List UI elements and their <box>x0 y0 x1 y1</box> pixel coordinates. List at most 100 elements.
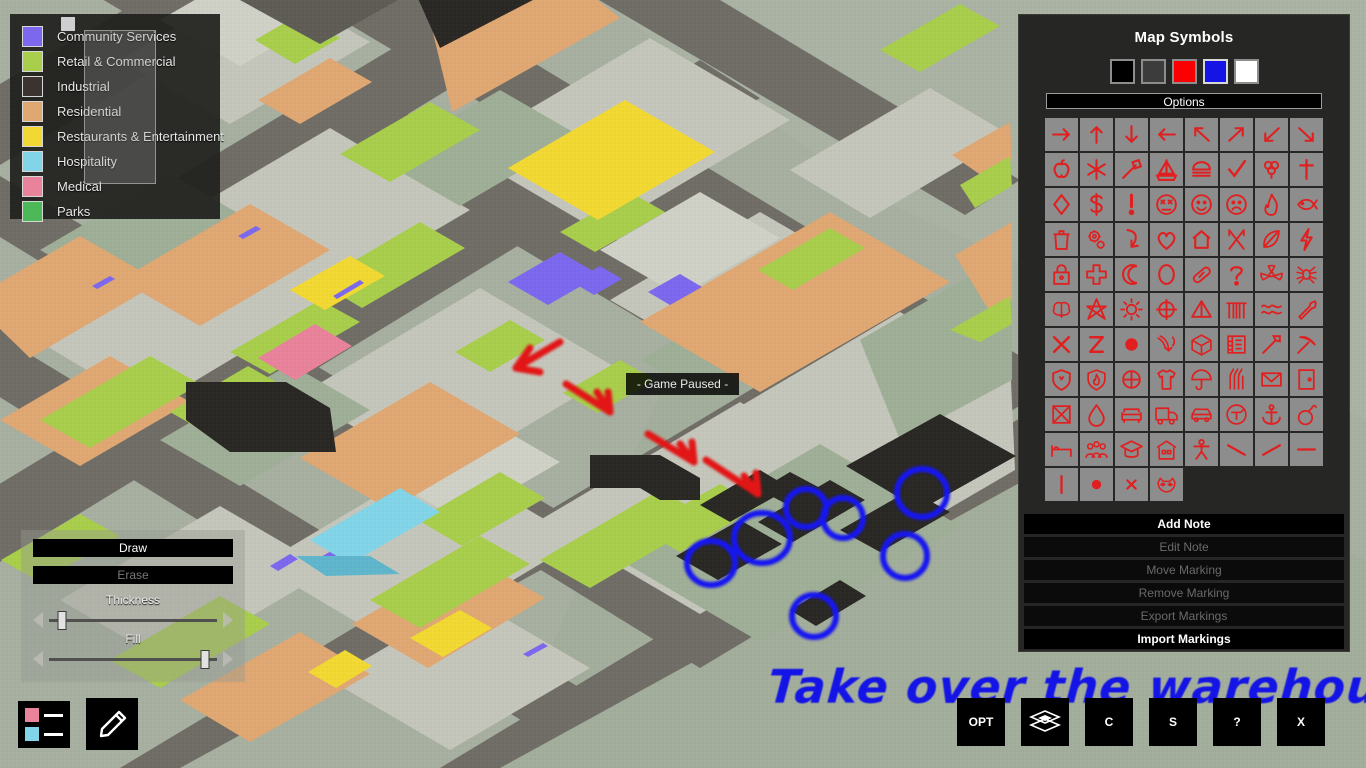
import-markings-button[interactable]: Import Markings <box>1024 629 1344 649</box>
symbol-bookshelf[interactable] <box>1220 328 1253 361</box>
draw-button[interactable]: Draw <box>33 539 233 557</box>
color-swatch-red[interactable] <box>1171 59 1197 84</box>
symbol-anchor[interactable] <box>1255 398 1288 431</box>
symbol-cogs[interactable] <box>1080 223 1113 256</box>
symbol-crowd[interactable] <box>1080 433 1113 466</box>
symbol-lightning-bolt[interactable] <box>1290 223 1323 256</box>
pencil-tool-button[interactable] <box>86 698 138 750</box>
symbol-droplet[interactable] <box>1080 398 1113 431</box>
symbol-house[interactable] <box>1185 223 1218 256</box>
symbol-sun[interactable] <box>1115 293 1148 326</box>
symbol-door[interactable] <box>1290 363 1323 396</box>
edit-note-button[interactable]: Edit Note <box>1024 537 1344 557</box>
move-marking-button[interactable]: Move Marking <box>1024 560 1344 580</box>
symbol-dot[interactable] <box>1080 468 1113 501</box>
symbol-fish[interactable] <box>1290 188 1323 221</box>
symbol-arrow-up[interactable] <box>1080 118 1113 151</box>
symbol-helicopter[interactable] <box>1220 398 1253 431</box>
symbol-padlock[interactable] <box>1045 258 1078 291</box>
symbol-star[interactable] <box>1080 293 1113 326</box>
symbol-crescent-moon[interactable] <box>1115 258 1148 291</box>
symbol-school-house[interactable] <box>1150 433 1183 466</box>
help-button[interactable]: ? <box>1213 698 1261 746</box>
symbol-crosshair[interactable] <box>1150 293 1183 326</box>
symbol-box[interactable] <box>1185 328 1218 361</box>
color-swatch-blue[interactable] <box>1202 59 1228 84</box>
coordinates-button[interactable]: C <box>1085 698 1133 746</box>
export-markings-button[interactable]: Export Markings <box>1024 606 1344 626</box>
symbol-apple[interactable] <box>1045 153 1078 186</box>
symbol-arrow-bent[interactable] <box>1115 223 1148 256</box>
symbol-brain[interactable] <box>1045 293 1078 326</box>
options-button[interactable]: OPT <box>957 698 1005 746</box>
thickness-increase-icon[interactable] <box>223 612 233 628</box>
symbol-smiley-face[interactable] <box>1185 188 1218 221</box>
symbol-fire-shield[interactable] <box>1080 363 1113 396</box>
symbol-person[interactable] <box>1185 433 1218 466</box>
symbol-graduation-cap[interactable] <box>1115 433 1148 466</box>
symbol-trash-can[interactable] <box>1045 223 1078 256</box>
thickness-thumb[interactable] <box>57 610 67 630</box>
legend-toggle-button[interactable] <box>18 701 70 748</box>
symbol-arrow-down-left[interactable] <box>1255 118 1288 151</box>
symbol-asterisk[interactable] <box>1080 153 1113 186</box>
fill-increase-icon[interactable] <box>223 651 233 667</box>
symbol-arrow-right[interactable] <box>1045 118 1078 151</box>
symbol-radiation[interactable] <box>1255 258 1288 291</box>
color-swatch-white[interactable] <box>1233 59 1259 84</box>
add-note-button[interactable]: Add Note <box>1024 514 1344 534</box>
symbol-clover[interactable] <box>1255 153 1288 186</box>
symbol-target[interactable] <box>1115 363 1148 396</box>
symbol-x-mark[interactable] <box>1045 328 1078 361</box>
symbol-sad-face[interactable] <box>1220 188 1253 221</box>
symbol-first-aid[interactable] <box>1080 258 1113 291</box>
symbol-envelope[interactable] <box>1255 363 1288 396</box>
zoom-slider-handle[interactable] <box>60 16 76 32</box>
symbol-line-horizontal[interactable] <box>1290 433 1323 466</box>
symbol-dynamite[interactable] <box>1220 363 1253 396</box>
color-swatch-gray[interactable] <box>1140 59 1166 84</box>
symbol-check[interactable] <box>1220 153 1253 186</box>
symbol-crossed-utensils[interactable] <box>1220 223 1253 256</box>
symbol-waves[interactable] <box>1255 293 1288 326</box>
symbol-line-vertical[interactable] <box>1045 468 1078 501</box>
symbol-cross[interactable] <box>1290 153 1323 186</box>
symbol-question-mark[interactable] <box>1220 258 1253 291</box>
options-button[interactable]: Options <box>1046 93 1322 109</box>
thickness-slider[interactable] <box>33 610 233 630</box>
symbol-exclamation[interactable] <box>1115 188 1148 221</box>
fill-decrease-icon[interactable] <box>33 651 43 667</box>
symbol-arrow-down-right[interactable] <box>1290 118 1323 151</box>
symbol-dollar[interactable] <box>1080 188 1113 221</box>
symbol-arrow-left[interactable] <box>1150 118 1183 151</box>
symbols-button[interactable]: S <box>1149 698 1197 746</box>
fill-thumb[interactable] <box>200 649 210 669</box>
symbol-z-mark[interactable] <box>1080 328 1113 361</box>
symbol-flame[interactable] <box>1255 188 1288 221</box>
symbol-ring[interactable] <box>1150 258 1183 291</box>
symbol-sofa[interactable] <box>1115 398 1148 431</box>
symbol-arrow-up-right[interactable] <box>1220 118 1253 151</box>
fill-slider[interactable] <box>33 649 233 669</box>
symbol-umbrella[interactable] <box>1185 363 1218 396</box>
symbol-diamond[interactable] <box>1045 188 1078 221</box>
symbol-truck[interactable] <box>1150 398 1183 431</box>
thickness-track[interactable] <box>49 610 217 630</box>
symbol-pickaxe[interactable] <box>1290 328 1323 361</box>
close-button[interactable]: X <box>1277 698 1325 746</box>
symbol-axe[interactable] <box>1115 153 1148 186</box>
symbol-sailboat[interactable] <box>1150 153 1183 186</box>
symbol-line-up[interactable] <box>1255 433 1288 466</box>
symbol-shield[interactable] <box>1045 363 1078 396</box>
layers-button[interactable] <box>1021 698 1069 746</box>
symbol-window-barred[interactable] <box>1045 398 1078 431</box>
symbol-bomb[interactable] <box>1290 398 1323 431</box>
symbol-pill[interactable] <box>1185 258 1218 291</box>
symbol-fire-arrow[interactable] <box>1150 328 1183 361</box>
symbol-x-small[interactable] <box>1115 468 1148 501</box>
symbol-burger[interactable] <box>1185 153 1218 186</box>
symbol-arrow-up-left[interactable] <box>1185 118 1218 151</box>
color-swatch-black[interactable] <box>1109 59 1135 84</box>
symbol-wrench[interactable] <box>1290 293 1323 326</box>
remove-marking-button[interactable]: Remove Marking <box>1024 583 1344 603</box>
